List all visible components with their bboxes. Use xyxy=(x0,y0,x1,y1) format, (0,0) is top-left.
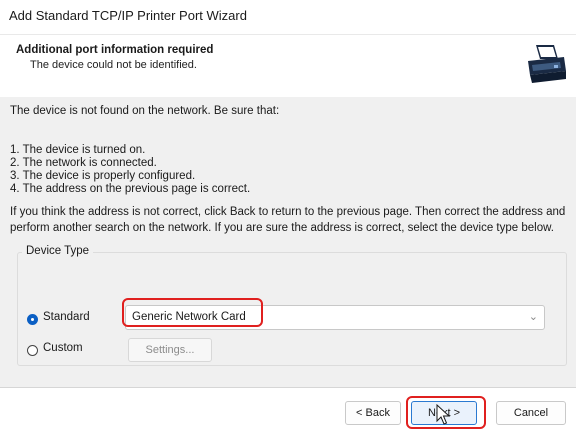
wizard-header: Additional port information required The… xyxy=(0,34,576,98)
standard-radio[interactable] xyxy=(27,314,38,325)
printer-port-icon xyxy=(524,41,568,89)
device-type-legend: Device Type xyxy=(22,245,94,257)
custom-radio-label[interactable]: Custom xyxy=(43,342,83,354)
title-bar: Add Standard TCP/IP Printer Port Wizard xyxy=(0,0,576,34)
header-title: Additional port information required xyxy=(16,44,214,56)
settings-button[interactable]: Settings... xyxy=(128,338,212,362)
header-subtitle: The device could not be identified. xyxy=(30,59,197,71)
instructions-text: If you think the address is not correct,… xyxy=(10,206,566,234)
window-title: Add Standard TCP/IP Printer Port Wizard xyxy=(9,8,247,23)
highlight-outline-select xyxy=(122,298,263,327)
check-item-4: 4. The address on the previous page is c… xyxy=(10,183,251,195)
chevron-down-icon: ⌄ xyxy=(528,311,538,323)
cancel-button[interactable]: Cancel xyxy=(496,401,566,425)
intro-text: The device is not found on the network. … xyxy=(10,105,280,117)
custom-radio[interactable] xyxy=(27,345,38,356)
check-item-1: 1. The device is turned on. xyxy=(10,144,146,156)
mouse-cursor-icon xyxy=(436,404,451,425)
check-item-2: 2. The network is connected. xyxy=(10,157,157,169)
back-button[interactable]: < Back xyxy=(345,401,401,425)
check-item-3: 3. The device is properly configured. xyxy=(10,170,196,182)
standard-radio-label[interactable]: Standard xyxy=(43,311,90,323)
